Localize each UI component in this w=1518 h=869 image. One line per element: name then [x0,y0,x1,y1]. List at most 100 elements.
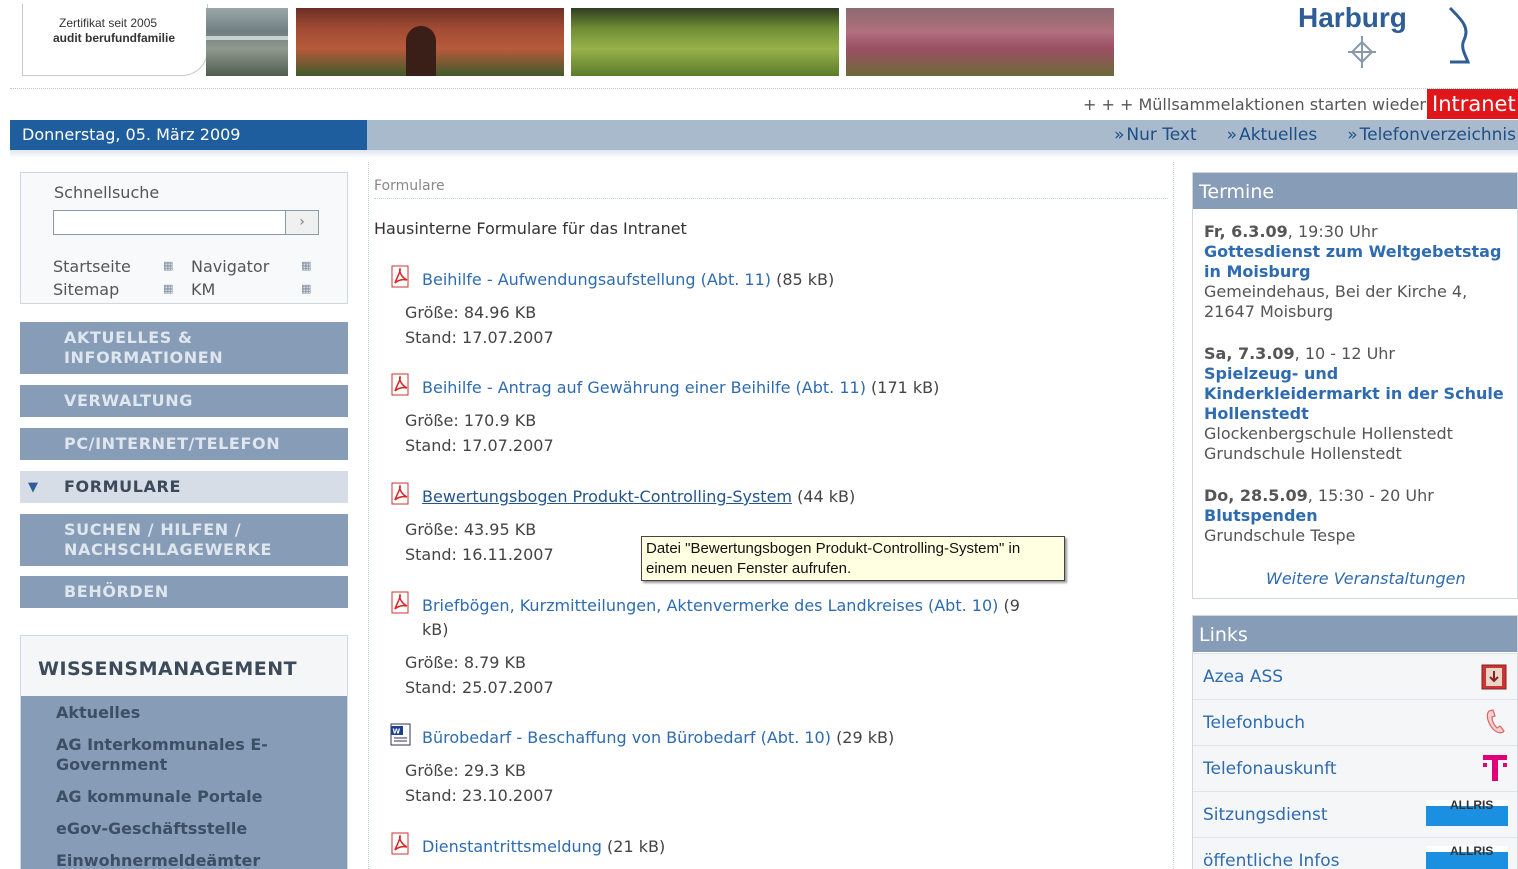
pdf-icon [391,591,409,614]
logo-text[interactable]: Harburg [1298,2,1407,34]
document-item: Beihilfe - Aufwendungsaufstellung (Abt. … [389,265,1069,350]
menu-pc-internet-telefon[interactable]: PC/INTERNET/TELEFON [20,428,348,460]
link-row-azea[interactable]: Azea ASS [1193,653,1517,699]
intranet-label: Intranet [1427,89,1518,119]
document-link[interactable]: Bürobedarf - Beschaffung von Bürobedarf … [422,726,1069,750]
divider [374,198,1168,199]
top-nav: Nur Text Aktuelles Telefonverzeichnis [1114,120,1516,150]
link-row-telefonauskunft[interactable]: Telefonauskunft [1193,745,1517,791]
document-item: Dienstantrittsmeldung (21 kB) [389,832,1069,859]
document-link[interactable]: Briefbögen, Kurzmitteilungen, Aktenverme… [422,594,1049,642]
wm-item-einwohnermeldeaemter[interactable]: Einwohnermeldeämter [56,851,336,869]
event-time: , 10 - 12 Uhr [1294,344,1396,363]
link-navigator[interactable]: Navigator [191,257,269,276]
event-title-link[interactable]: Gottesdienst zum Weltgebetstag in Moisbu… [1204,242,1504,282]
allris-text: ALLRIS [1450,844,1494,858]
header-photo-grass [571,8,839,76]
link-sitemap[interactable]: Sitemap [53,280,119,299]
document-size: Größe: 84.96 KB [405,303,537,322]
wm-item-aktuelles[interactable]: Aktuelles [56,703,336,723]
event-title-link[interactable]: Spielzeug- und Kinderkleidermarkt in der… [1204,364,1504,424]
menu-suchen-hilfen[interactable]: SUCHEN / HILFEN / NACHSCHLAGEWERKE [20,514,348,566]
link-label: öffentliche Infos [1203,851,1340,869]
wissensmanagement-box: WISSENSMANAGEMENT Aktuelles AG Interkomm… [20,635,348,869]
wm-item-ag-portale[interactable]: AG kommunale Portale [56,787,336,807]
document-date: Stand: 23.10.2007 [405,786,554,805]
nav-aktuelles[interactable]: Aktuelles [1227,125,1317,145]
certificate-badge: Zertifikat seit 2005 audit berufundfamil… [22,4,208,76]
grid-bullet-icon [163,259,173,273]
wissensmanagement-list: Aktuelles AG Interkommunales E-Governmen… [21,696,347,869]
grid-bullet-icon [301,259,311,273]
menu-behoerden[interactable]: BEHÖRDEN [20,576,348,608]
header-photo-building [206,8,288,76]
event-date: Do, 28.5.09 [1204,486,1308,505]
quick-search-title: Schnellsuche [54,183,160,202]
menu-label: PC/INTERNET/TELEFON [64,434,281,453]
more-events-link[interactable]: Weitere Veranstaltungen [1266,569,1466,588]
event-title-link[interactable]: Blutspenden [1204,506,1504,526]
search-input[interactable] [53,210,286,235]
menu-label: SUCHEN / HILFEN / [64,520,242,539]
pdf-icon [391,482,409,505]
header-banner: Zertifikat seit 2005 audit berufundfamil… [10,0,1518,88]
event-place: Grundschule Tespe [1204,526,1356,545]
page-title: Hausinterne Formulare für das Intranet [374,219,687,238]
link-km[interactable]: KM [191,280,215,299]
document-date: Stand: 25.07.2007 [405,678,554,697]
document-item: Beihilfe - Antrag auf Gewährung einer Be… [389,373,1069,458]
nav-nur-text[interactable]: Nur Text [1114,125,1196,145]
menu-label: FORMULARE [64,477,181,496]
event-time: , 19:30 Uhr [1287,222,1378,241]
cert-line1: Zertifikat seit 2005 [59,16,158,30]
pdf-icon [391,265,409,288]
event-date: Fr, 6.3.09 [1204,222,1288,241]
link-row-oeffentliche-infos[interactable]: öffentliche Infos ALLRIS [1193,837,1517,869]
document-link[interactable]: Dienstantrittsmeldung (21 kB) [422,835,1069,859]
menu-formulare[interactable]: ▼ FORMULARE [20,471,348,503]
termine-box: Termine Fr, 6.3.09, 19:30 Uhr Gottesdien… [1192,172,1518,599]
grid-bullet-icon [163,282,173,296]
link-label: Sitzungsdienst [1203,805,1328,825]
wissensmanagement-title: WISSENSMANAGEMENT [21,636,347,696]
document-link-hovered[interactable]: Bewertungsbogen Produkt-Controlling-Syst… [422,485,1069,509]
search-go-button[interactable]: › [285,210,319,235]
grid-bullet-icon [301,282,311,296]
menu-aktuelles-informationen[interactable]: AKTUELLES & INFORMATIONEN [20,322,348,374]
allris-icon: ALLRIS [1426,798,1508,826]
logo-emblem-icon [1348,36,1376,68]
wm-item-egov[interactable]: eGov-Geschäftsstelle [56,819,336,839]
telekom-icon [1483,755,1507,781]
termine-title: Termine [1193,173,1517,209]
document-link[interactable]: Beihilfe - Aufwendungsaufstellung (Abt. … [422,268,1069,292]
nav-telefonverzeichnis[interactable]: Telefonverzeichnis [1347,125,1516,145]
menu-label: VERWALTUNG [64,391,193,410]
azea-icon [1481,664,1507,690]
event-place: Glockenbergschule Hollenstedt Grundschul… [1204,424,1453,463]
event-item: Sa, 7.3.09, 10 - 12 Uhr Spielzeug- und K… [1204,344,1504,464]
ticker-text[interactable]: + + + Müllsammelaktionen starten wieder [1083,95,1426,114]
header-stripe [10,150,1518,158]
link-row-telefonbuch[interactable]: Telefonbuch [1193,699,1517,745]
links-title: Links [1193,616,1517,652]
document-size: Größe: 8.79 KB [405,653,526,672]
pdf-icon [391,832,409,855]
pdf-icon [391,373,409,396]
word-icon: W [390,723,411,746]
svg-text:W: W [393,728,401,736]
link-label: Telefonauskunft [1203,759,1337,779]
header-photo-church [296,8,564,76]
document-date: Stand: 17.07.2007 [405,328,554,347]
event-place: Gemeindehaus, Bei der Kirche 4, 21647 Mo… [1204,282,1468,321]
menu-verwaltung[interactable]: VERWALTUNG [20,385,348,417]
document-size: Größe: 170.9 KB [405,411,537,430]
document-link[interactable]: Beihilfe - Antrag auf Gewährung einer Be… [422,376,1069,400]
link-startseite[interactable]: Startseite [53,257,131,276]
event-item: Fr, 6.3.09, 19:30 Uhr Gottesdienst zum W… [1204,222,1504,322]
breadcrumb: Formulare [374,178,445,194]
wm-item-ag-interkommunales[interactable]: AG Interkommunales E-Government [56,735,336,775]
link-tooltip: Datei "Bewertungsbogen Produkt-Controlli… [641,536,1065,581]
logo-curve-icon [1448,6,1471,64]
link-row-sitzungsdienst[interactable]: Sitzungsdienst ALLRIS [1193,791,1517,837]
cert-line2: audit berufundfamilie [53,31,176,45]
